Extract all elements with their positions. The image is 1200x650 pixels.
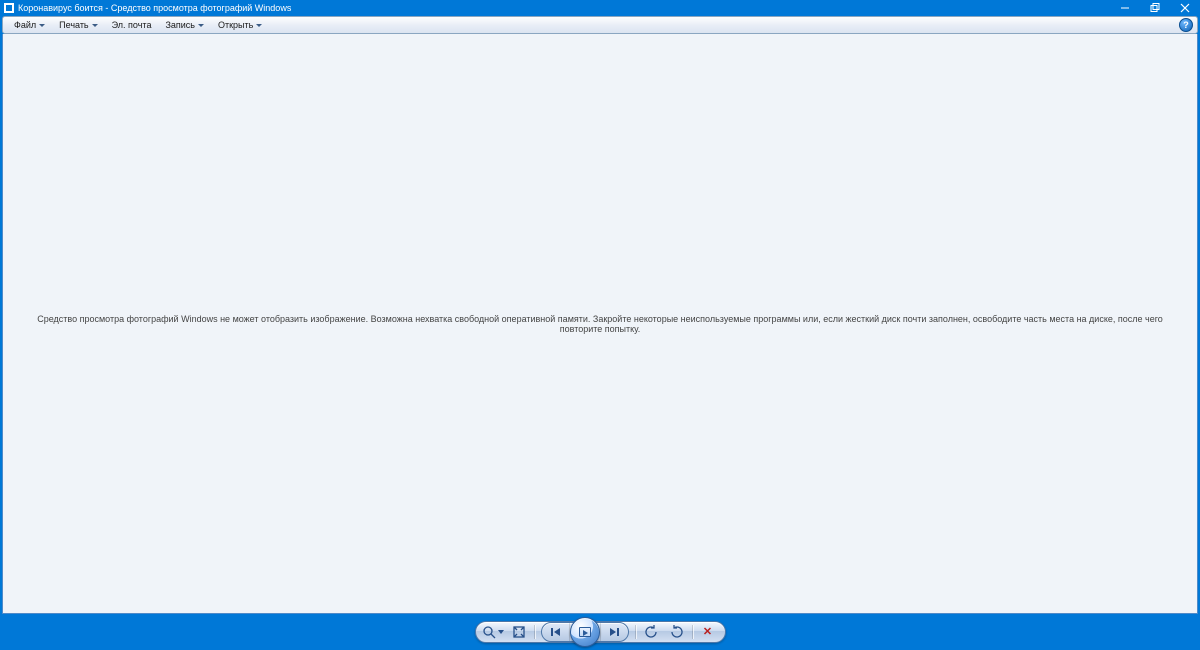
close-icon [1180, 3, 1190, 13]
toolbar-wrap: Файл Печать Эл. почта Запись Открыть ? [0, 16, 1200, 34]
divider [692, 625, 693, 639]
footer: ✕ [0, 614, 1200, 650]
chevron-down-icon [198, 24, 204, 27]
next-icon [610, 628, 619, 636]
fit-icon [512, 625, 526, 639]
divider [534, 625, 535, 639]
help-icon: ? [1183, 20, 1189, 30]
previous-icon [551, 628, 560, 636]
maximize-icon [1150, 3, 1160, 13]
menu-file-label: Файл [14, 20, 36, 30]
minimize-button[interactable] [1110, 0, 1140, 16]
window: Коронавирус боится - Средство просмотра … [0, 0, 1200, 650]
error-message: Средство просмотра фотографий Windows не… [30, 314, 1170, 334]
menu-file[interactable]: Файл [7, 18, 52, 32]
delete-icon: ✕ [703, 627, 712, 638]
menu-open[interactable]: Открыть [211, 18, 269, 32]
maximize-button[interactable] [1140, 0, 1170, 16]
chevron-down-icon [256, 24, 262, 27]
menu-open-label: Открыть [218, 20, 253, 30]
menu-print[interactable]: Печать [52, 18, 104, 32]
magnifier-icon [482, 625, 496, 639]
divider [635, 625, 636, 639]
menu-email[interactable]: Эл. почта [105, 18, 159, 32]
menu-burn-label: Запись [165, 20, 195, 30]
delete-button[interactable]: ✕ [697, 624, 719, 640]
rotate-cw-icon [670, 625, 684, 639]
slideshow-icon [579, 627, 591, 637]
previous-button[interactable] [542, 623, 570, 641]
slideshow-button[interactable] [570, 617, 600, 647]
rotate-cw-button[interactable] [666, 624, 688, 640]
toolbar: Файл Печать Эл. почта Запись Открыть ? [2, 16, 1198, 34]
chevron-down-icon [39, 24, 45, 27]
chevron-down-icon [498, 630, 504, 634]
close-button[interactable] [1170, 0, 1200, 16]
rotate-ccw-icon [644, 625, 658, 639]
chevron-down-icon [92, 24, 98, 27]
window-controls [1110, 0, 1200, 16]
window-title: Коронавирус боится - Средство просмотра … [18, 3, 291, 13]
zoom-button[interactable] [482, 624, 504, 640]
menu-print-label: Печать [59, 20, 88, 30]
menu-burn[interactable]: Запись [158, 18, 211, 32]
image-canvas: Средство просмотра фотографий Windows не… [2, 34, 1198, 614]
rotate-ccw-button[interactable] [640, 624, 662, 640]
actual-size-button[interactable] [508, 624, 530, 640]
titlebar: Коронавирус боится - Средство просмотра … [0, 0, 1200, 16]
next-button[interactable] [600, 623, 628, 641]
menu-email-label: Эл. почта [112, 20, 152, 30]
viewer-controls: ✕ [475, 621, 726, 643]
nav-group [541, 622, 629, 642]
app-icon [4, 3, 14, 13]
help-button[interactable]: ? [1179, 18, 1193, 32]
minimize-icon [1120, 3, 1130, 13]
